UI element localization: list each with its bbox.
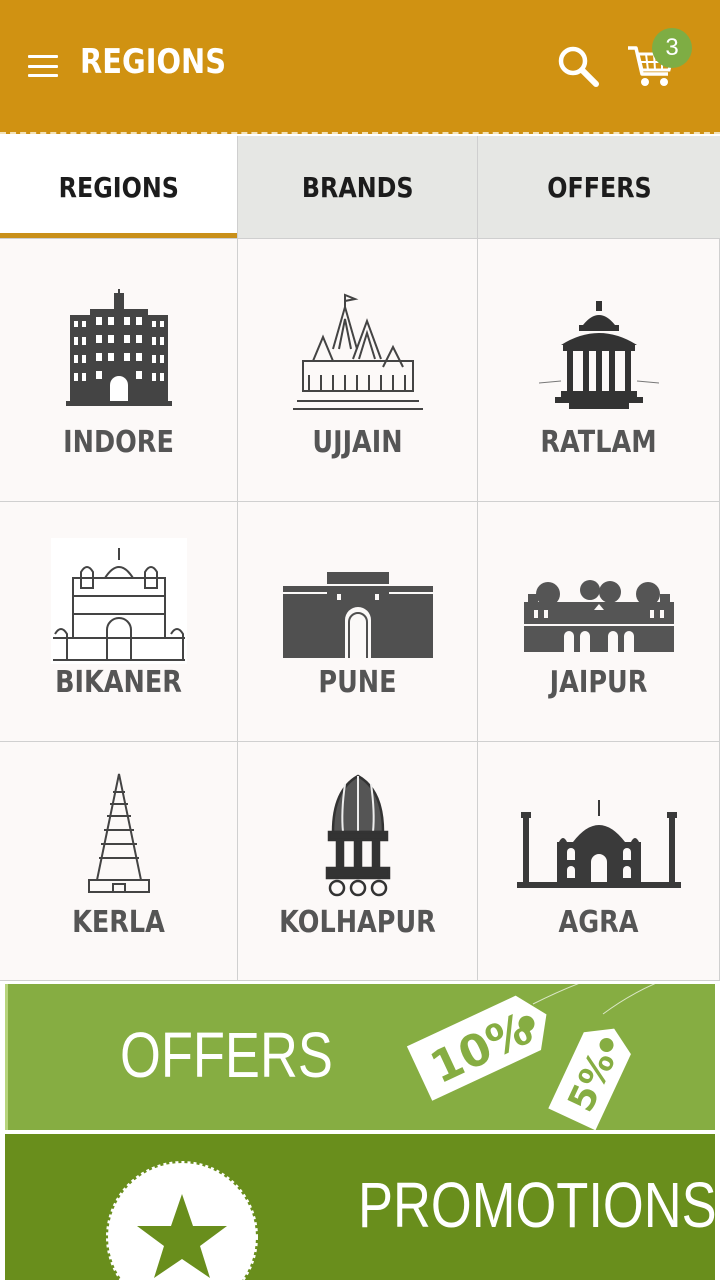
hamburger-menu-icon[interactable] — [28, 55, 58, 77]
region-tile-jaipur[interactable]: JAIPUR — [478, 502, 720, 742]
region-tile-kerla[interactable]: KERLA — [0, 742, 238, 981]
app-bar: REGIONS 3 — [0, 0, 720, 134]
promotions-banner-label: PROMOTIONS — [358, 1169, 715, 1241]
regions-grid: INDORE UJJAIN RATLAM BIKANER PUNE JAIPUR… — [0, 239, 720, 981]
tab-offers[interactable]: OFFERS — [477, 136, 720, 238]
chariot-icon — [325, 774, 390, 897]
tab-label: BRANDS — [301, 170, 414, 204]
region-label: INDORE — [63, 425, 174, 460]
tab-brands[interactable]: BRANDS — [237, 136, 477, 238]
region-label: KERLA — [72, 905, 165, 940]
fort-gate-icon — [50, 538, 187, 664]
region-tile-agra[interactable]: AGRA — [478, 742, 720, 981]
cart-count-badge: 3 — [652, 28, 692, 68]
region-label: JAIPUR — [549, 665, 648, 700]
region-tile-indore[interactable]: INDORE — [0, 239, 238, 502]
region-label: KOLHAPUR — [279, 905, 436, 940]
region-tile-pune[interactable]: PUNE — [238, 502, 478, 742]
tab-label: OFFERS — [546, 170, 652, 204]
region-label: BIKANER — [55, 665, 182, 700]
discount-tags-icon: 10% 5% — [406, 984, 656, 1130]
page-title: REGIONS — [80, 42, 227, 82]
fort-wall-icon — [282, 572, 433, 658]
taj-mahal-icon — [516, 800, 681, 888]
tab-bar: REGIONS BRANDS OFFERS — [0, 136, 720, 239]
temple-icon — [292, 293, 423, 410]
region-label: UJJAIN — [312, 425, 403, 460]
region-label: RATLAM — [540, 425, 657, 460]
promotions-banner[interactable]: PROMOTIONS — [5, 1134, 715, 1280]
search-icon[interactable] — [556, 44, 600, 88]
offers-banner-label: OFFERS — [120, 1019, 333, 1091]
trees-palace-icon — [523, 580, 674, 652]
pavilion-icon — [538, 301, 659, 409]
offers-banner[interactable]: OFFERS 10% 5% — [5, 984, 715, 1130]
palace-icon — [65, 289, 172, 406]
region-tile-bikaner[interactable]: BIKANER — [0, 502, 238, 742]
region-tile-ratlam[interactable]: RATLAM — [478, 239, 720, 502]
region-label: AGRA — [558, 905, 639, 940]
region-label: PUNE — [318, 665, 397, 700]
tab-regions[interactable]: REGIONS — [0, 136, 237, 238]
tab-label: REGIONS — [58, 170, 179, 204]
region-tile-ujjain[interactable]: UJJAIN — [238, 239, 478, 502]
star-badge-icon — [106, 1161, 258, 1280]
region-tile-kolhapur[interactable]: KOLHAPUR — [238, 742, 478, 981]
gopuram-icon — [87, 773, 150, 893]
